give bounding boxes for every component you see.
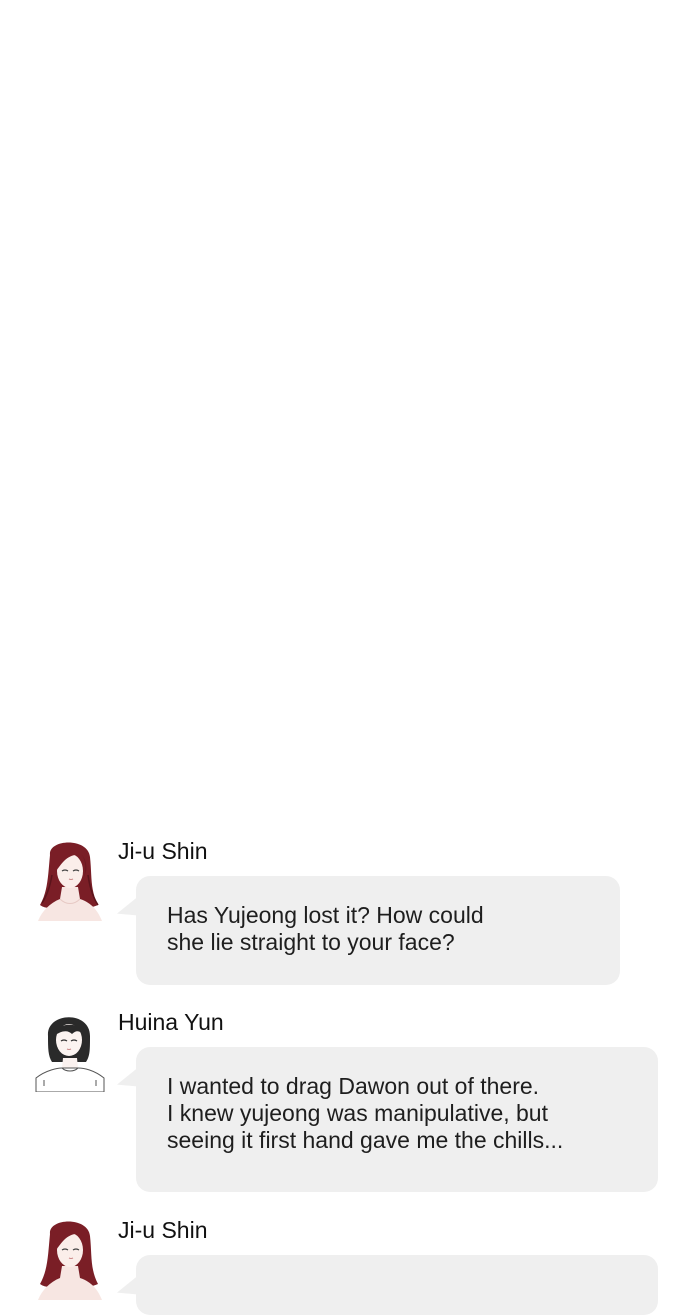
message-text: Has Yujeong lost it? How could [167,902,484,928]
message-bubble: I wanted to drag Dawon out of there. I k… [136,1047,658,1192]
message-text: I knew yujeong was manipulative, but [167,1100,548,1126]
message-text: seeing it first hand gave me the chills.… [167,1127,564,1153]
chat-log: Ji-u Shin Has Yujeong lost it? How could… [0,0,690,1315]
message-text: she lie straight to your face? [167,929,455,955]
message-text: I wanted to drag Dawon out of there. [167,1073,540,1099]
sender-name: Huina Yun [118,1009,224,1035]
huina-yun-portrait-icon [32,1006,108,1092]
ji-u-shin-portrait-icon [32,1214,108,1300]
sender-name: Ji-u Shin [118,838,208,864]
message-bubble [136,1255,658,1315]
sender-name: Ji-u Shin [118,1217,208,1243]
message-bubble: Has Yujeong lost it? How could she lie s… [136,876,620,985]
ji-u-shin-portrait-icon [32,835,108,921]
